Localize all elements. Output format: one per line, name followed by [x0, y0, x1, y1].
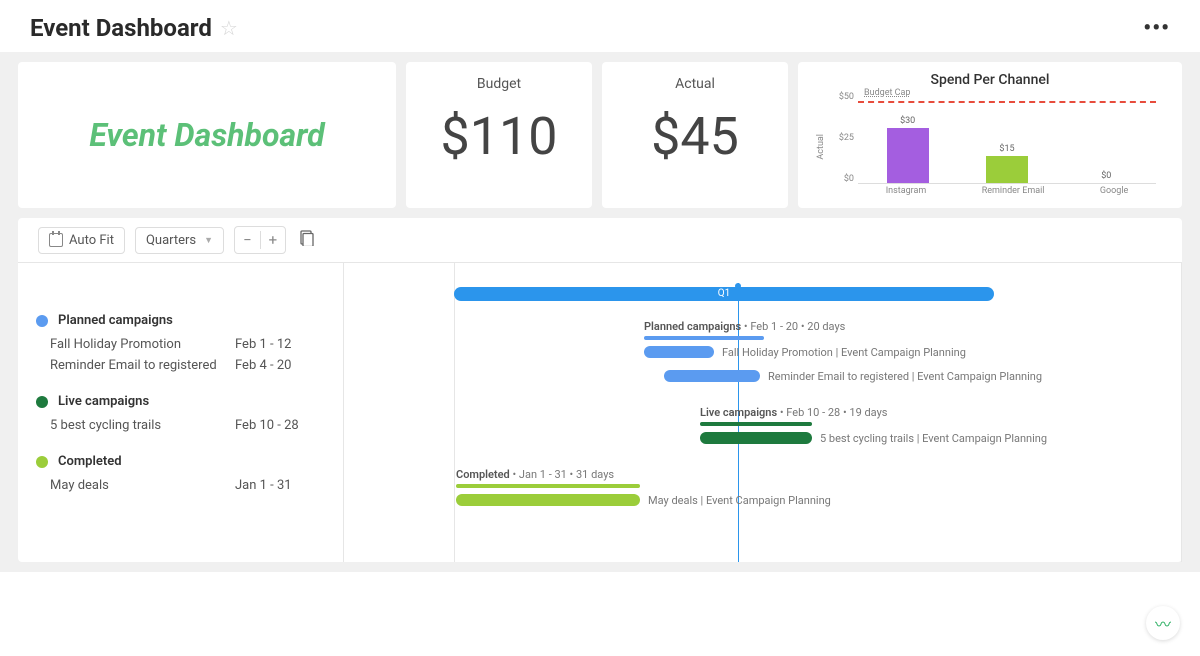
y-axis-label: Actual [816, 134, 826, 160]
bar-value-label: $30 [900, 116, 915, 126]
bar-google: $0 [1057, 171, 1155, 183]
today-marker-icon [735, 283, 741, 289]
gantt-bar[interactable] [456, 494, 640, 506]
auto-fit-button[interactable]: Auto Fit [38, 227, 125, 254]
gantt-bar-label: May deals | Event Campaign Planning [648, 494, 831, 507]
column-separator [454, 263, 455, 562]
title-card: Event Dashboard [18, 62, 396, 208]
chevron-down-icon: ▼ [204, 235, 213, 246]
bar-instagram: $30 [859, 116, 957, 183]
gantt-bar[interactable] [644, 346, 714, 358]
gantt-toolbar: Auto Fit Quarters ▼ − + [18, 218, 1182, 262]
bars-container: $30 $15 $0 [858, 92, 1156, 183]
gantt-bar-label: 5 best cycling trails | Event Campaign P… [820, 432, 1047, 445]
quarter-header: Q1 [454, 287, 994, 301]
dashboard-area: Event Dashboard Budget $110 Actual $45 S… [0, 52, 1200, 572]
chart-plot: Budget Cap $30 $15 $0 [858, 92, 1156, 184]
task-name: 5 best cycling trails [50, 418, 225, 433]
dashboard-title-text: Event Dashboard [89, 116, 324, 154]
scale-label: Quarters [146, 233, 196, 248]
budget-card: Budget $110 [406, 62, 592, 208]
group-name: Planned campaigns [58, 313, 325, 328]
gantt-bar-row[interactable]: Fall Holiday Promotion | Event Campaign … [644, 339, 966, 365]
gantt-bar[interactable] [664, 370, 760, 382]
gantt-bar-label: Fall Holiday Promotion | Event Campaign … [722, 346, 966, 359]
budget-value: $110 [441, 106, 558, 167]
chart-title: Spend Per Channel [816, 72, 1164, 88]
group-row-live[interactable]: Live campaigns [18, 388, 343, 415]
group-name: Completed [58, 454, 325, 469]
gantt-bar-label: Reminder Email to registered | Event Cam… [768, 370, 1042, 383]
scale-dropdown[interactable]: Quarters ▼ [135, 227, 224, 254]
group-row-planned[interactable]: Planned campaigns [18, 307, 343, 334]
bar-value-label: $0 [1101, 171, 1111, 181]
chart-body: $50 $25 $0 Budget Cap $30 [828, 92, 1164, 202]
task-name: Fall Holiday Promotion [50, 337, 225, 352]
task-name: May deals [50, 478, 225, 493]
page-title: Event Dashboard [30, 14, 212, 42]
gantt-body: Planned campaigns Fall Holiday Promotion… [18, 262, 1182, 562]
actual-card: Actual $45 [602, 62, 788, 208]
x-label: Google [1100, 186, 1128, 202]
y-tick: $50 [828, 92, 854, 102]
gantt-task-list: Planned campaigns Fall Holiday Promotion… [18, 263, 344, 562]
gantt-bar-row[interactable]: 5 best cycling trails | Event Campaign P… [700, 425, 1047, 451]
calendar-icon [49, 233, 63, 247]
x-label: Instagram [886, 186, 927, 202]
task-date: Feb 4 - 20 [235, 358, 325, 373]
group-color-dot [36, 396, 48, 408]
gantt-bar[interactable] [700, 432, 812, 444]
task-date: Feb 1 - 12 [235, 337, 325, 352]
task-row[interactable]: May deals Jan 1 - 31 [18, 475, 343, 496]
gantt-card: Auto Fit Quarters ▼ − + Planned campaign… [18, 218, 1182, 562]
gantt-bar-row[interactable]: Reminder Email to registered | Event Cam… [664, 363, 1042, 389]
spend-per-channel-card: Spend Per Channel Actual $50 $25 $0 Budg… [798, 62, 1182, 208]
bar-value-label: $15 [999, 144, 1014, 154]
x-label: Reminder Email [982, 186, 1045, 202]
favorite-star-icon[interactable]: ☆ [220, 16, 238, 40]
group-name: Live campaigns [58, 394, 325, 409]
actual-label: Actual [675, 76, 715, 92]
x-labels: Instagram Reminder Email Google [858, 186, 1156, 202]
actual-value: $45 [651, 106, 739, 167]
y-ticks: $50 $25 $0 [828, 92, 854, 184]
floating-action-button[interactable]: 〰 [1146, 606, 1180, 640]
zoom-in-button[interactable]: + [261, 227, 286, 253]
bar [986, 156, 1028, 183]
zoom-out-button[interactable]: − [235, 227, 260, 253]
zoom-control: − + [234, 226, 286, 254]
budget-label: Budget [477, 76, 521, 92]
header-left: Event Dashboard ☆ [30, 14, 238, 42]
y-tick: $0 [828, 174, 854, 184]
chart-area: Actual $50 $25 $0 Budget Cap $30 [816, 92, 1164, 202]
task-date: Jan 1 - 31 [235, 478, 325, 493]
page-header: Event Dashboard ☆ ••• [0, 0, 1200, 52]
task-date: Feb 10 - 28 [235, 418, 325, 433]
y-tick: $25 [828, 133, 854, 143]
task-name: Reminder Email to registered [50, 358, 225, 373]
task-row[interactable]: 5 best cycling trails Feb 10 - 28 [18, 415, 343, 436]
gantt-bar-row[interactable]: May deals | Event Campaign Planning [456, 487, 831, 513]
auto-fit-label: Auto Fit [69, 233, 114, 248]
more-options-icon[interactable]: ••• [1143, 16, 1170, 41]
cards-row: Event Dashboard Budget $110 Actual $45 S… [18, 62, 1182, 208]
group-color-dot [36, 315, 48, 327]
task-row[interactable]: Reminder Email to registered Feb 4 - 20 [18, 355, 343, 376]
bar [887, 128, 929, 183]
gantt-timeline[interactable]: Q1 Planned campaigns • Feb 1 - 20 • 20 d… [344, 263, 1182, 562]
task-row[interactable]: Fall Holiday Promotion Feb 1 - 12 [18, 334, 343, 355]
group-row-completed[interactable]: Completed [18, 448, 343, 475]
group-color-dot [36, 456, 48, 468]
bar-reminder-email: $15 [958, 144, 1056, 183]
export-icon[interactable] [296, 226, 318, 254]
